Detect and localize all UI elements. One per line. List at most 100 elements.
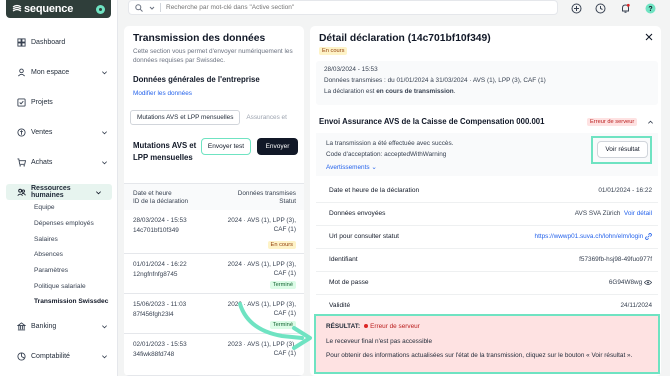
- result-box: RÉSULTAT: Erreur de serveur Le receveur f…: [314, 314, 660, 374]
- result-line-1: Le receveur final n'est pas accessible: [326, 338, 433, 345]
- svg-text:?: ?: [648, 6, 652, 13]
- sidebar-subitem-parametres[interactable]: Paramètres: [0, 263, 118, 279]
- envoi-title[interactable]: Envoi Assurance AVS de la Caisse de Comp…: [319, 117, 544, 126]
- cart-icon: [17, 157, 26, 167]
- detail-label: Identifiant: [329, 256, 358, 263]
- password-value: 6G94W8wg: [608, 279, 643, 287]
- info-state-prefix: La déclaration est: [324, 88, 377, 95]
- search-input[interactable]: [166, 4, 466, 11]
- view-result-button[interactable]: Voir résultat: [597, 141, 648, 158]
- detail-value: 6G94W8wg: [608, 279, 653, 287]
- table-row[interactable]: 28/03/2024 - 15:53 14c701bf10f349 2024 ·…: [124, 210, 304, 254]
- detail-label: Mot de passe: [329, 279, 369, 286]
- accounting-icon: [17, 352, 26, 361]
- detail-label: Validité: [329, 302, 351, 309]
- close-icon[interactable]: [645, 33, 653, 41]
- sidebar-item-achats[interactable]: Achats: [0, 154, 118, 170]
- sidebar-item-ventes[interactable]: Ventes: [0, 124, 118, 140]
- error-badge: Erreur de serveur: [587, 118, 638, 126]
- chevron-down-icon: [96, 190, 101, 194]
- sidebar-subitem-absences[interactable]: Absences: [0, 247, 118, 263]
- detail-label: Url pour consulter statut: [329, 233, 399, 240]
- status-url-link[interactable]: https://wwwp01.suva.ch/lohn/elm/login: [535, 233, 644, 240]
- send-button[interactable]: Envoyer: [257, 138, 298, 155]
- sidebar-subitem-equipe[interactable]: Equipe: [0, 200, 118, 216]
- eye-icon[interactable]: [643, 279, 653, 286]
- sidebar-item-label: Ventes: [31, 128, 53, 136]
- declaration-info: 28/03/2024 - 15:53 Données transmises : …: [316, 61, 658, 105]
- detail-value: 01/01/2024 - 16:22: [598, 187, 652, 194]
- company-heading: Données générales de l'entreprise: [133, 75, 260, 84]
- detail-label: Données envoyées: [329, 210, 386, 217]
- info-date: 28/03/2024 - 15:53: [324, 66, 378, 73]
- row-id: 87f456fgh23l4: [133, 311, 174, 318]
- chevron-down-icon: [102, 70, 107, 74]
- bank-icon: [17, 322, 26, 331]
- help-icon[interactable]: ?: [645, 3, 656, 14]
- send-test-button[interactable]: Envoyer test: [201, 138, 251, 155]
- chevron-down-icon: [102, 355, 107, 359]
- chevron-down-icon: [102, 130, 107, 134]
- topbar: ?: [118, 0, 670, 18]
- chevron-down-icon[interactable]: [149, 5, 155, 11]
- detail-value: AVS SVA Zürich Voir détail: [575, 210, 652, 217]
- search-icon: [135, 3, 143, 12]
- tab-bar: Mutations AVS et LPP mensuelles Assuranc…: [130, 109, 304, 125]
- sidebar-item-projets[interactable]: Projets: [0, 94, 118, 110]
- sidebar-item-ressources-humaines[interactable]: Ressources humaines: [6, 184, 112, 200]
- page-description: Cette section vous permet d'envoyer numé…: [133, 48, 293, 64]
- sidebar-item-mon-espace[interactable]: Mon espace: [0, 64, 118, 80]
- info-state-bold: en cours de transmission: [376, 88, 454, 95]
- sidebar-item-label: Mon espace: [31, 68, 70, 76]
- sidebar-item-comptabilite[interactable]: Comptabilité: [0, 349, 118, 365]
- sidebar-subitem-salaires[interactable]: Salaires: [0, 231, 118, 247]
- user-icon: [18, 68, 25, 76]
- detail-label: Date et heure de la déclaration: [329, 187, 420, 194]
- sidebar-item-label: Projets: [31, 98, 53, 106]
- sidebar-item-dashboard[interactable]: Dashboard: [0, 34, 118, 50]
- tab-assurances[interactable]: Assurances et: [240, 111, 293, 124]
- link-icon[interactable]: [645, 233, 652, 240]
- search-bar[interactable]: [128, 0, 558, 15]
- detail-value: 24/11/2024: [620, 302, 652, 309]
- people-icon: [17, 188, 26, 196]
- tab-mutations[interactable]: Mutations AVS et LPP mensuelles: [130, 109, 241, 125]
- detail-value-text: AVS SVA Zürich: [574, 210, 621, 217]
- warnings-link[interactable]: Avertissements ⌄: [326, 163, 377, 171]
- sidebar-subitem-transmission[interactable]: Transmission Swissdec: [0, 294, 118, 310]
- status-dot-icon: [96, 4, 105, 14]
- mutations-title: Mutations AVS et LPP mensuelles: [133, 141, 197, 162]
- chevron-down-icon: [102, 160, 107, 164]
- sales-icon: [17, 127, 26, 137]
- row-id: 12ngfnfnfg8745: [133, 271, 178, 278]
- status-badge: Terminé: [269, 281, 296, 289]
- sidebar-item-label: Achats: [31, 158, 53, 166]
- clock-icon[interactable]: [595, 3, 606, 14]
- detail-title: Détail déclaration (14c701bf10f349): [319, 33, 491, 44]
- page-title: Transmission des données: [133, 33, 266, 44]
- result-error: Erreur de serveur: [370, 323, 420, 330]
- dashboard-icon: [17, 37, 26, 47]
- modify-data-link[interactable]: Modifier les données: [133, 90, 192, 97]
- row-data: 2024 · AVS (1), LPP (3), CAF (1): [227, 261, 296, 277]
- sidebar-subitem-politique[interactable]: Politique salariale: [0, 278, 118, 294]
- plus-circle-icon[interactable]: [571, 3, 582, 14]
- logo-bar[interactable]: sequence: [6, 0, 111, 18]
- result-header: RÉSULTAT: Erreur de serveur: [326, 323, 420, 330]
- info-transmitted: Données transmises : du 01/01/2024 à 31/…: [324, 77, 546, 84]
- logo-icon: [12, 4, 22, 12]
- chevron-up-icon[interactable]: [647, 119, 654, 126]
- detail-value: f57369fb-hsj98-49fuo977f: [579, 256, 652, 263]
- view-detail-link[interactable]: Voir détail: [624, 210, 652, 217]
- row-id: 34fiwk88fd748: [133, 351, 175, 358]
- col-status-header: Statut: [279, 198, 296, 205]
- envoi-line-code: Code d'acceptation: acceptedWithWarning: [326, 151, 447, 158]
- detail-value: https://wwwp01.suva.ch/lohn/elm/login: [535, 233, 652, 240]
- sidebar-item-banking[interactable]: Banking: [0, 319, 118, 335]
- main-nav: Dashboard Mon espace Projets Ventes Acha…: [0, 34, 118, 365]
- detail-row: Url pour consulter statut https://wwwp01…: [316, 226, 658, 249]
- sidebar-subitem-depenses[interactable]: Dépenses employés: [0, 216, 118, 232]
- row-date: 02/01/2023 - 15:53: [133, 341, 187, 348]
- bell-icon[interactable]: [620, 3, 631, 14]
- table-row[interactable]: 01/01/2024 - 16:22 12ngfnfnfg8745 2024 ·…: [124, 254, 304, 294]
